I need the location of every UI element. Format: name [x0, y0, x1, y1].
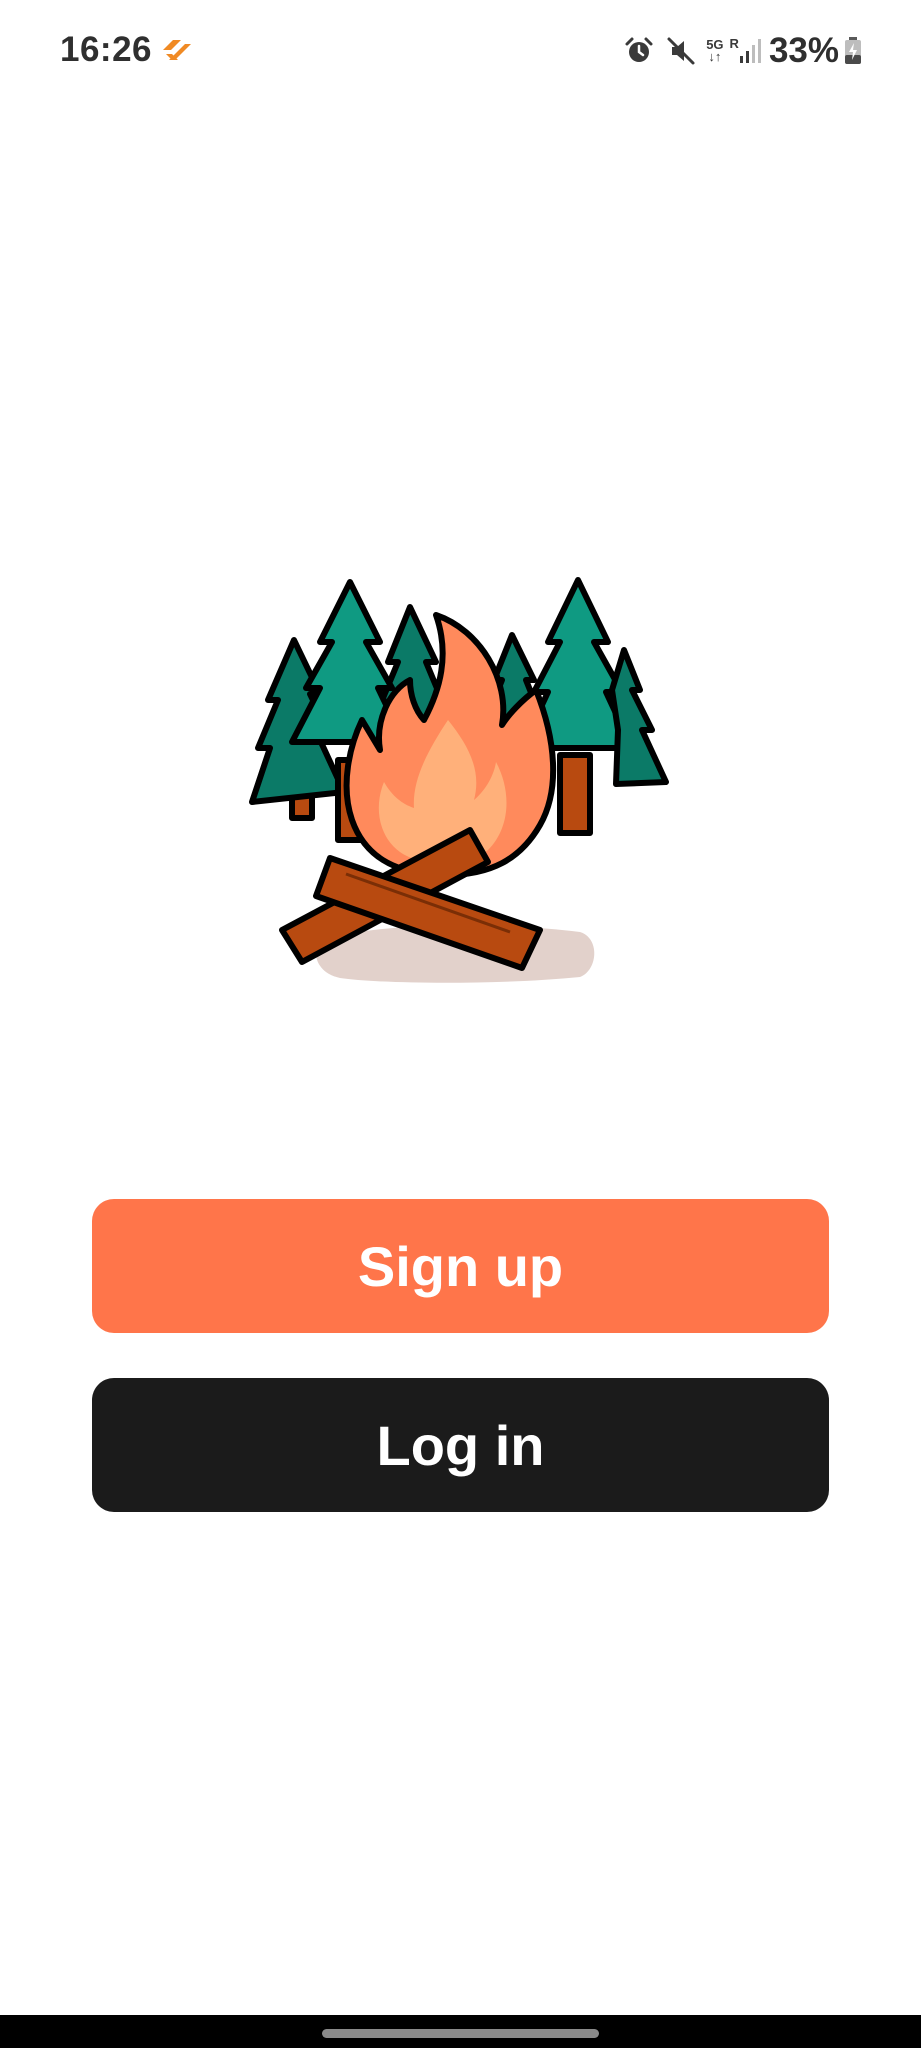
sign-up-label: Sign up: [357, 1234, 564, 1298]
mute-icon: [667, 37, 695, 65]
signal-icon: [739, 39, 761, 63]
status-icons: 5G ↓↑ R 33%: [612, 30, 863, 72]
data-arrows-icon: ↓↑: [708, 49, 722, 64]
campfire-illustration: [249, 577, 669, 983]
battery-charging-icon: [845, 37, 861, 64]
battery-percentage: 33%: [768, 31, 839, 70]
network-type-label: 5G ↓↑: [706, 37, 724, 64]
log-in-button[interactable]: Log in: [92, 1378, 829, 1512]
status-bar: 16:26 5G ↓↑ R 33%: [0, 0, 921, 104]
alarm-icon: [625, 37, 653, 62]
tree-far-right: [609, 647, 669, 787]
roaming-label: R: [729, 36, 739, 51]
navigation-bar: [0, 2015, 921, 2048]
app-notification-icon: [163, 40, 191, 60]
status-time: 16:26: [60, 30, 153, 69]
home-gesture-handle[interactable]: [322, 2029, 599, 2038]
sign-up-button[interactable]: Sign up: [92, 1199, 829, 1333]
log-in-label: Log in: [376, 1413, 545, 1477]
